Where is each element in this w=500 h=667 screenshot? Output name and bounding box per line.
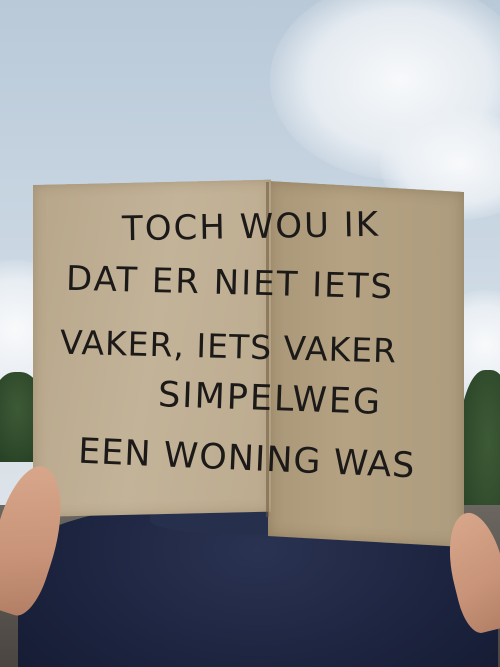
sign-text-line-3: VAKER, IETS VAKER [59,322,398,371]
protest-photo: TOCH WOU IK DAT ER NIET IETS VAKER, IETS… [0,0,500,667]
sign-text-line-4: SIMPELWEG [157,375,383,423]
sign-text-line-2: DAT ER NIET IETS [65,258,395,308]
sign-text-line-1: TOCH WOU IK [121,204,381,250]
